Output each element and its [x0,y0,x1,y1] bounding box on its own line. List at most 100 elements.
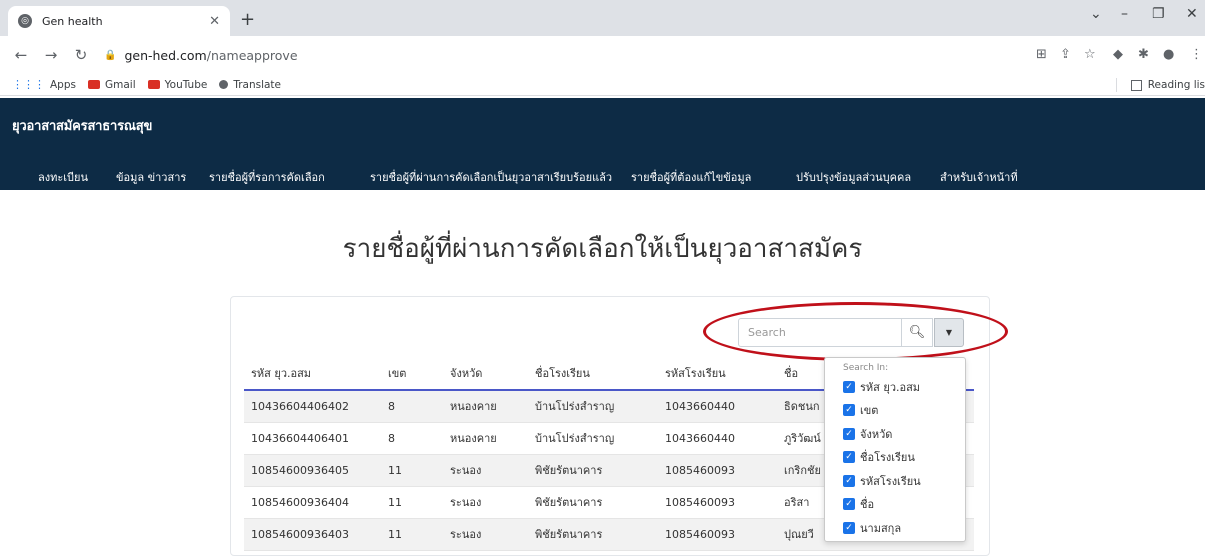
table-cell: หนองคาย [443,390,528,423]
bookmark-label: Translate [233,78,282,91]
table-cell: 1043660440 [658,422,777,455]
column-header[interactable]: รหัส ยุว.อสม [244,357,381,391]
option-label: รหัสโรงเรียน [860,474,921,488]
option-label: จังหวัด [860,427,893,441]
option-label: ชื่อ [860,498,875,512]
table-cell: พิชัยรัตนาคาร [528,486,658,519]
new-tab-icon[interactable]: + [240,9,255,30]
menu-item-profile[interactable]: ปรับปรุงข้อมูลส่วนบุคคล [796,168,911,186]
table-cell: 11 [381,454,443,487]
column-header[interactable]: เขต [381,357,443,391]
checkbox-checked-icon[interactable]: ✓ [843,451,855,464]
url-path: /nameapprove [206,47,298,63]
reload-icon[interactable]: ↻ [72,46,90,64]
dropdown-header: Search In: [843,363,889,373]
option-label: รหัส ยุว.อสม [860,380,921,394]
star-icon[interactable]: ☆ [1084,47,1096,62]
site-brand[interactable]: ยุวอาสาสมัครสาธารณสุข [12,115,152,136]
table-cell: 1043660440 [658,390,777,423]
forward-icon[interactable]: → [42,46,60,64]
table-cell: 1085460093 [658,454,777,487]
address-bar[interactable]: 🔒 gen-hed.com/nameapprove [104,41,1014,69]
search-option[interactable]: ✓ รหัสโรงเรียน [843,469,965,493]
divider [1115,78,1117,92]
menu-item-approved[interactable]: รายชื่อผู้ที่ผ่านการคัดเลือกเป็นยุวอาสาเ… [370,168,612,186]
share-icon[interactable]: ⇪ [1060,47,1071,62]
browser-tabstrip: ◎ Gen health ✕ + ⌄ – ❐ ✕ [0,0,1205,36]
table-cell: 10854600936404 [244,486,381,519]
table-cell: 10436604406401 [244,422,381,455]
minimize-icon[interactable]: – [1121,6,1128,22]
gmail-icon [87,80,100,89]
reading-list-icon [1130,79,1142,91]
search-option[interactable]: ✓ รหัส ยุว.อสม [843,375,965,399]
table-cell: หนองคาย [443,422,528,455]
option-label: เขต [860,404,879,418]
column-header[interactable]: รหัสโรงเรียน [658,357,777,391]
search-option[interactable]: ✓ ชื่อ [843,493,965,517]
checkbox-checked-icon[interactable]: ✓ [843,380,855,393]
browser-tab[interactable]: ◎ Gen health ✕ [8,6,230,36]
bookmark-apps[interactable]: ⋮⋮⋮ Apps [12,78,76,91]
table-cell: 1085460093 [658,486,777,519]
search-option[interactable]: ✓ นามสกุล [843,516,965,540]
table-cell: บ้านโปร่งสำราญ [528,390,658,423]
search-option[interactable]: ✓ เขต [843,399,965,423]
close-tab-icon[interactable]: ✕ [209,14,220,29]
search-option[interactable]: ✓ ชื่อโรงเรียน [843,446,965,470]
menu-item-to-edit[interactable]: รายชื่อผู้ที่ต้องแก้ไขข้อมูล [631,168,751,186]
search-in-dropdown: Search In: ✓ รหัส ยุว.อสม ✓ เขต ✓ จังหวัด ✓… [824,357,966,542]
table-cell: 11 [381,486,443,519]
table-cell: 11 [381,518,443,551]
option-label: ชื่อโรงเรียน [860,451,915,465]
tab-title: Gen health [42,14,103,28]
option-label: นามสกุล [860,521,902,535]
checkbox-checked-icon[interactable]: ✓ [843,474,855,487]
search-option[interactable]: ✓ จังหวัด [843,422,965,446]
reading-list-label: Reading lis [1147,79,1205,91]
table-cell: ระนอง [443,454,528,487]
bookmark-label: YouTube [164,78,208,91]
table-cell: พิชัยรัตนาคาร [528,454,658,487]
apps-grid-icon: ⋮⋮⋮ [12,78,45,91]
menu-item-register[interactable]: ลงทะเบียน [38,168,88,186]
extension-icon[interactable]: ◆ [1113,47,1123,62]
menu-item-staff[interactable]: สำหรับเจ้าหน้าที่ [940,168,1018,186]
translate-icon[interactable]: ⊞ [1036,47,1047,62]
menu-item-pending[interactable]: รายชื่อผู้ที่รอการคัดเลือก [209,168,325,186]
checkbox-checked-icon[interactable]: ✓ [843,498,855,511]
bookmark-gmail[interactable]: Gmail [87,78,136,91]
restore-icon[interactable]: ❐ [1152,6,1165,22]
column-header[interactable]: ชื่อโรงเรียน [528,357,658,391]
site-header: ยุวอาสาสมัครสาธารณสุข ลงทะเบียน ข้อมูล ข… [0,98,1205,190]
table-cell: ระนอง [443,518,528,551]
checkbox-checked-icon[interactable]: ✓ [843,521,855,534]
bookmark-youtube[interactable]: YouTube [147,78,208,91]
chevron-down-icon[interactable]: ⌄ [1090,6,1102,22]
globe-icon: ◎ [18,14,32,28]
browser-toolbar: ← → ↻ 🔒 gen-hed.com/nameapprove ⊞ ⇪ ☆ ◆ … [0,36,1205,74]
checkbox-checked-icon[interactable]: ✓ [843,404,855,417]
table-cell: บ้านโปร่งสำราญ [528,422,658,455]
bookmark-translate[interactable]: Translate [219,79,281,91]
table-cell: 8 [381,422,443,455]
puzzle-icon[interactable]: ✱ [1138,47,1149,62]
apple-icon [219,80,229,89]
table-cell: 10436604406402 [244,390,381,423]
column-header[interactable]: จังหวัด [443,357,528,391]
profile-icon[interactable]: ● [1163,47,1174,62]
close-window-icon[interactable]: ✕ [1186,6,1198,22]
menu-icon[interactable]: ⋮ [1190,47,1203,62]
bookmark-label: Gmail [104,78,136,91]
bookmark-label: Apps [50,78,76,91]
table-cell: 1085460093 [658,518,777,551]
table-cell: พิชัยรัตนาคาร [528,518,658,551]
bookmarks-bar: ⋮⋮⋮ Apps Gmail YouTube Translate Reading … [0,74,1205,96]
menu-item-news[interactable]: ข้อมูล ข่าวสาร [116,168,186,186]
table-cell: 8 [381,390,443,423]
lock-icon: 🔒 [104,49,117,61]
back-icon[interactable]: ← [12,46,30,64]
checkbox-checked-icon[interactable]: ✓ [843,427,855,440]
url-host: gen-hed.com [124,47,207,63]
reading-list[interactable]: Reading lis [1115,78,1205,92]
